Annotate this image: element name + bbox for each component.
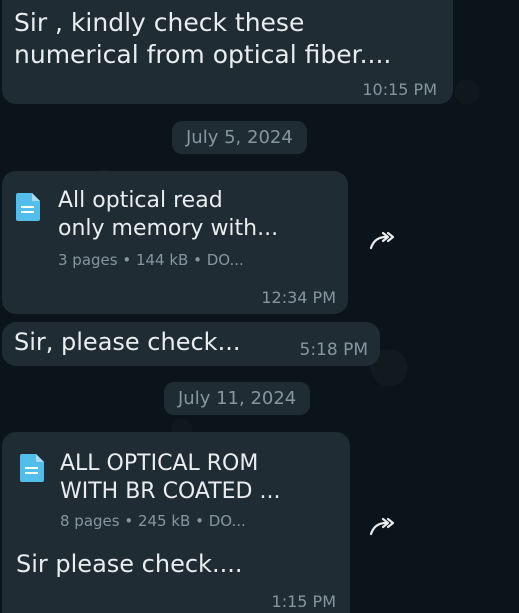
date-separator: July 5, 2024 bbox=[172, 121, 307, 154]
document-icon bbox=[20, 454, 44, 482]
message-timestamp: 5:18 PM bbox=[299, 340, 369, 360]
forward-icon[interactable] bbox=[368, 516, 396, 538]
forward-icon[interactable] bbox=[368, 230, 396, 252]
document-title: only memory with... bbox=[58, 216, 279, 241]
document-title: All optical read bbox=[58, 188, 223, 213]
document-title: WITH BR COATED ... bbox=[60, 479, 281, 504]
document-icon bbox=[16, 193, 40, 221]
message-timestamp: 10:15 PM bbox=[362, 80, 437, 99]
document-message-bubble[interactable]: ALL OPTICAL ROM WITH BR COATED ... 8 pag… bbox=[2, 432, 350, 613]
message-text: Sir , kindly check these bbox=[14, 8, 305, 37]
message-timestamp: 1:15 PM bbox=[271, 592, 336, 611]
message-text: Sir, please check... bbox=[14, 328, 241, 356]
document-message-bubble[interactable]: All optical read only memory with... 3 p… bbox=[2, 171, 348, 314]
document-title: ALL OPTICAL ROM bbox=[60, 451, 259, 476]
message-caption: Sir please check.... bbox=[16, 550, 243, 578]
message-timestamp: 12:34 PM bbox=[261, 288, 336, 307]
message-bubble[interactable]: Sir, please check... 5:18 PM bbox=[2, 322, 380, 366]
date-separator: July 11, 2024 bbox=[164, 382, 311, 415]
document-meta: 8 pages • 245 kB • DO... bbox=[60, 512, 246, 530]
document-meta: 3 pages • 144 kB • DO... bbox=[58, 251, 244, 269]
message-text: numerical from optical fiber.... bbox=[14, 40, 392, 69]
message-bubble[interactable]: Sir , kindly check these numerical from … bbox=[2, 0, 453, 104]
